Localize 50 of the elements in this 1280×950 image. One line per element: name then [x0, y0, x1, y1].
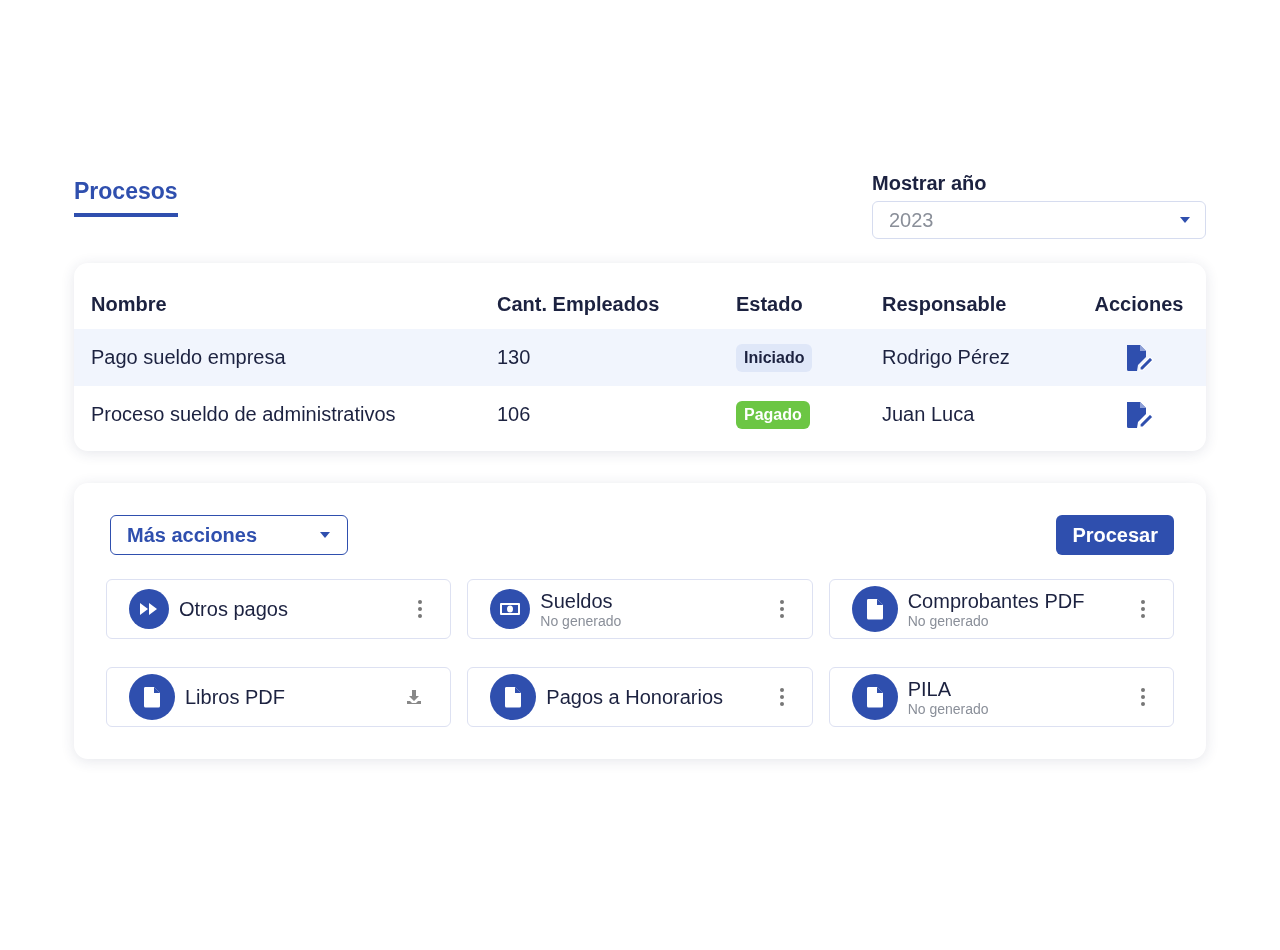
tab[interactable]: Procesos	[74, 172, 178, 217]
document-icon	[851, 586, 898, 632]
kebab-menu-icon	[1141, 600, 1145, 618]
process-button[interactable]: Procesar	[1056, 515, 1174, 555]
kebab-menu-icon	[1141, 688, 1145, 706]
tile-title: PILA	[907, 677, 952, 701]
field-label: Mostrar año	[872, 172, 988, 195]
column-header: Acciones	[1093, 292, 1185, 316]
edit-button[interactable]	[1124, 342, 1154, 373]
column-header: Cant. Empleados	[497, 292, 661, 316]
tile-status: No generado	[907, 612, 990, 629]
tile-status: No generado	[540, 612, 623, 629]
banknote-icon	[490, 589, 531, 629]
table-cell-text: Juan Luca	[882, 403, 976, 426]
column-header: Responsable	[882, 292, 1008, 316]
tile-title: Pagos a Honorarios	[546, 685, 725, 709]
table-cell-text: 130	[497, 346, 532, 369]
document-icon	[490, 674, 537, 720]
tile-title: Sueldos	[540, 589, 614, 613]
kebab-menu-icon	[418, 600, 423, 618]
column-header: Estado	[736, 292, 804, 316]
tile-title: Otros pagos	[179, 597, 289, 621]
kebab-menu-icon	[779, 600, 784, 618]
kebab-menu-icon	[779, 688, 784, 706]
process-tile[interactable]: Libros PDF	[106, 667, 452, 727]
process-tile[interactable]: Pagos a Honorarios	[467, 667, 813, 727]
tile-title: Comprobantes PDF	[907, 589, 1086, 613]
tile-status: No generado	[907, 700, 990, 717]
table-cell-text: Proceso sueldo de administrativos	[91, 403, 397, 426]
table-cell-text: Pago sueldo empresa	[91, 346, 287, 369]
fast-forward-icon	[129, 589, 169, 629]
document-icon	[129, 674, 175, 720]
caret-icon	[1179, 216, 1191, 224]
table-row[interactable]: Pago sueldo empresa 130 Iniciado Rodrigo Pérez	[74, 329, 1206, 386]
table-cell-text: Rodrigo Pérez	[882, 346, 1011, 369]
more-actions-dropdown[interactable]: Más acciones	[110, 515, 348, 555]
download-icon	[406, 689, 423, 705]
table-cell-text: 106	[497, 403, 532, 426]
column-header: Nombre	[91, 292, 168, 316]
process-tile[interactable]: Comprobantes PDF No generado	[828, 579, 1174, 639]
process-tile[interactable]: Sueldos No generado	[467, 579, 813, 639]
edit-button[interactable]	[1124, 399, 1154, 430]
tile-title: Libros PDF	[185, 685, 287, 709]
process-tile[interactable]: PILA No generado	[828, 667, 1174, 727]
process-tile[interactable]: Otros pagos	[106, 579, 452, 639]
table-row[interactable]: Proceso sueldo de administrativos 106 Pagado Juan Luca	[74, 386, 1206, 443]
status-tag: Pagado	[736, 400, 810, 429]
caret-icon	[319, 531, 331, 539]
document-icon	[851, 674, 898, 720]
status-tag: Iniciado	[736, 343, 813, 372]
